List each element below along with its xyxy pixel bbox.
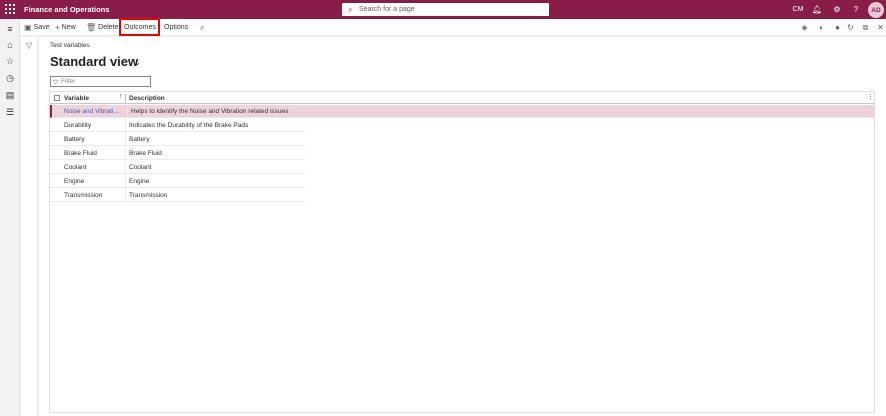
outcomes-highlight: [119, 18, 160, 36]
save-icon: ▣: [24, 23, 32, 32]
diamond-icon[interactable]: ◈: [799, 22, 810, 33]
filter-icon: ▽: [53, 79, 58, 86]
grid-header: Variable ↑ Description ⋮: [50, 92, 874, 104]
filter-input[interactable]: [61, 77, 149, 86]
refresh-icon[interactable]: ↻: [845, 22, 856, 33]
breadcrumb: Test variables: [50, 42, 90, 49]
avatar[interactable]: AD: [868, 2, 884, 18]
save-button[interactable]: ▣ Save: [24, 19, 50, 36]
table-row[interactable]: Coolant Coolant: [50, 161, 305, 174]
modules-list-icon[interactable]: ☰: [4, 106, 16, 118]
cell-description[interactable]: Helps to identify the Noise and Vibratio…: [131, 105, 371, 118]
plus-icon: +: [55, 23, 60, 32]
more-options-icon[interactable]: ⋮: [867, 93, 874, 101]
table-row[interactable]: Transmission Transmission: [50, 189, 305, 202]
bell-icon[interactable]: 🔔︎: [810, 0, 824, 19]
office-icon[interactable]: ◐: [816, 22, 827, 33]
cell-variable[interactable]: Transmission: [64, 189, 124, 202]
star-icon[interactable]: ☆: [4, 55, 16, 67]
clock-icon[interactable]: ◷: [4, 72, 16, 84]
options-button[interactable]: Options: [164, 19, 188, 36]
left-nav: ≡ ⌂ ☆ ◷ ▤ ☰: [0, 19, 20, 416]
open-new-window-icon[interactable]: ⧉: [860, 22, 871, 33]
help-icon[interactable]: ?: [849, 0, 863, 19]
cell-description[interactable]: Coolant: [129, 161, 369, 174]
notification-badge-icon[interactable]: ●: [832, 22, 843, 33]
column-header-variable[interactable]: Variable: [64, 92, 89, 104]
cell-description[interactable]: Indicates the Durability of the Brake Pa…: [129, 119, 369, 132]
cell-description[interactable]: Brake Fluid: [129, 147, 369, 160]
cell-variable[interactable]: Brake Fluid: [64, 147, 124, 160]
delete-button[interactable]: 🗑︎ Delete: [86, 19, 118, 36]
app-launcher-icon[interactable]: [5, 4, 15, 14]
app-title[interactable]: Finance and Operations: [24, 5, 109, 14]
company-picker[interactable]: CM: [789, 0, 807, 19]
cell-description[interactable]: Engine: [129, 175, 369, 188]
sort-ascending-icon[interactable]: ↑: [119, 93, 123, 100]
view-title[interactable]: Standard view: [50, 54, 138, 69]
cell-variable[interactable]: Noise and Vibrati...: [64, 105, 124, 118]
new-button[interactable]: + New: [55, 19, 76, 36]
top-bar: Finance and Operations ⌕ Search for a pa…: [0, 0, 886, 19]
action-search-button[interactable]: ⌕: [200, 19, 206, 36]
cell-variable[interactable]: Durability: [64, 119, 124, 132]
search-input[interactable]: ⌕ Search for a page: [342, 3, 549, 16]
table-row[interactable]: Battery Battery: [50, 133, 305, 146]
grid-filter-field[interactable]: ▽: [50, 76, 151, 87]
cell-variable[interactable]: Engine: [64, 175, 124, 188]
cell-variable[interactable]: Coolant: [64, 161, 124, 174]
search-icon: ⌕: [348, 5, 353, 14]
trash-icon: 🗑︎: [86, 23, 97, 32]
table-row[interactable]: Durability Indicates the Durability of t…: [50, 119, 305, 132]
search-placeholder: Search for a page: [359, 6, 415, 13]
filter-icon[interactable]: ▽: [26, 41, 32, 50]
close-icon[interactable]: ✕: [875, 22, 886, 33]
cell-variable[interactable]: Battery: [64, 133, 124, 146]
workspace-icon[interactable]: ▤: [4, 89, 16, 101]
hamburger-icon[interactable]: ≡: [4, 23, 16, 35]
select-all-checkbox[interactable]: [54, 95, 60, 101]
table-row[interactable]: Brake Fluid Brake Fluid: [50, 147, 305, 160]
cell-description[interactable]: Transmission: [129, 189, 369, 202]
main-content: Test variables Standard view ⌄ ▽ Variabl…: [39, 37, 886, 416]
table-row[interactable]: Noise and Vibrati... Helps to identify t…: [50, 105, 874, 118]
filter-pane: ▽: [21, 37, 38, 416]
data-grid: Variable ↑ Description ⋮ Noise and Vibra…: [49, 91, 875, 413]
cell-description[interactable]: Battery: [129, 133, 369, 146]
column-divider[interactable]: [125, 94, 126, 103]
home-icon[interactable]: ⌂: [4, 39, 16, 51]
search-icon: ⌕: [200, 22, 205, 32]
chevron-down-icon[interactable]: ⌄: [134, 58, 141, 67]
gear-icon[interactable]: ⚙: [829, 0, 845, 19]
column-header-description[interactable]: Description: [129, 92, 165, 104]
table-row[interactable]: Engine Engine: [50, 175, 305, 188]
